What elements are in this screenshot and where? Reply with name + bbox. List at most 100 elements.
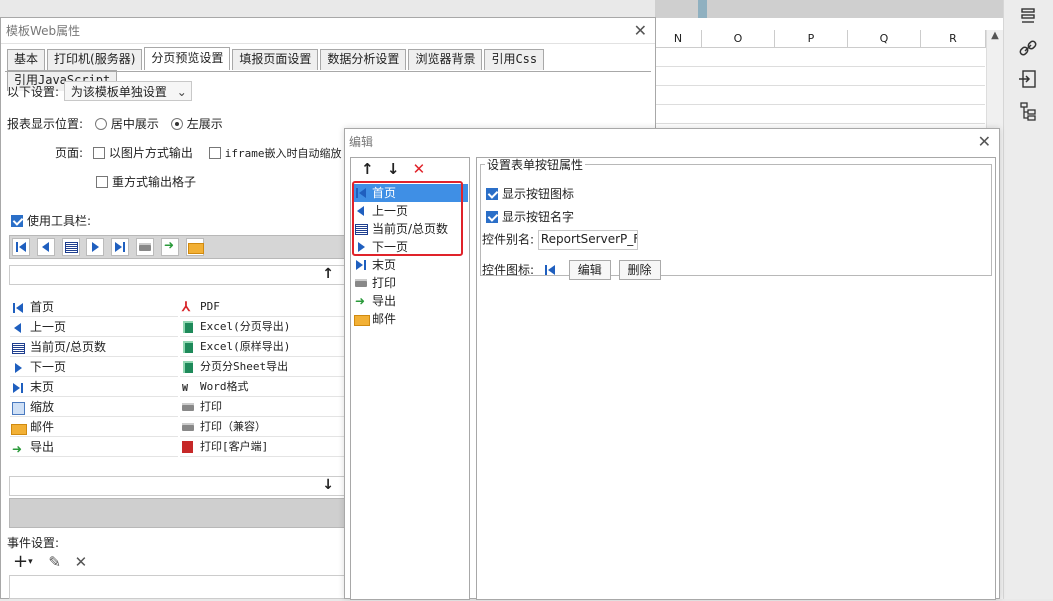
show-name-label: 显示按钮名字 (502, 210, 575, 224)
column-header-label: O (733, 32, 743, 45)
edit-icon-button[interactable]: 编辑 (568, 260, 611, 280)
edit-dialog-title: 编辑 (349, 135, 374, 149)
sheet-row[interactable] (655, 86, 985, 105)
close-icon[interactable]: ✕ (978, 132, 991, 151)
list-item-export[interactable]: 导出 (353, 292, 468, 310)
move-down-bar[interactable]: ↓ (9, 476, 347, 496)
page-count-icon[interactable] (61, 238, 80, 256)
chevron-down-icon[interactable]: ▾ (28, 557, 33, 567)
arrow-up-icon[interactable]: ↑ (322, 266, 334, 282)
list-item[interactable]: 打印（兼容） (180, 417, 348, 437)
apply-label: 以下设置: (7, 85, 60, 99)
export-icon[interactable] (160, 238, 179, 256)
move-up-icon[interactable]: ↑ (361, 160, 374, 178)
list-item[interactable]: 导出 (10, 437, 178, 459)
list-item[interactable]: 下一页 (10, 357, 178, 377)
button-properties-group: 设置表单按钮属性 显示按钮图标 显示按钮名字 控件别名: ReportServe… (480, 156, 992, 280)
list-item[interactable]: 首页 (10, 297, 178, 317)
scroll-up-icon[interactable]: ▲ (987, 30, 1003, 41)
link-icon[interactable] (1017, 37, 1039, 59)
column-header-r[interactable]: R (921, 30, 986, 48)
import-icon[interactable] (1017, 68, 1039, 90)
alias-row: 控件别名: ReportServerP_First')} (482, 230, 638, 250)
tab-browser-bg[interactable]: 浏览器背景 (408, 49, 483, 70)
radio-center[interactable]: 居中展示 (94, 117, 159, 131)
list-item-label: 上一页 (30, 320, 67, 334)
prev-page-icon[interactable] (36, 238, 55, 256)
list-item[interactable]: 末页 (10, 377, 178, 397)
show-name-checkbox[interactable]: 显示按钮名字 (486, 208, 574, 225)
add-icon[interactable]: + (13, 551, 28, 572)
list-item[interactable]: 当前页/总页数 (10, 337, 178, 357)
toolbar-preview-bottom (9, 498, 347, 528)
list-item[interactable]: 打印[客户端] (180, 437, 348, 457)
sheet-row[interactable] (655, 48, 985, 67)
list-item[interactable]: 缩放 (10, 397, 178, 417)
list-item[interactable]: 邮件 (10, 417, 178, 437)
radio-checked-icon (170, 118, 183, 130)
checkbox-checked-icon (11, 215, 23, 227)
alias-input[interactable]: ReportServerP_First')} (537, 230, 638, 250)
column-header-o[interactable]: O (702, 30, 775, 48)
list-item[interactable]: Excel(原样导出) (180, 337, 348, 357)
column-header-q[interactable]: Q (848, 30, 921, 48)
list-item-mail[interactable]: 邮件 (353, 310, 468, 328)
list-item[interactable]: Excel(分页导出) (180, 317, 348, 337)
option-redo-output[interactable]: 重方式输出格子 (96, 173, 196, 190)
group-title: 设置表单按钮属性 (487, 158, 584, 172)
show-icon-label: 显示按钮图标 (502, 187, 575, 201)
list-toolbar: ↑ ↓ ✕ (361, 160, 425, 178)
remove-icon[interactable]: ✕ (413, 160, 426, 178)
tab-bar: 基本 打印机(服务器) 分页预览设置 填报页面设置 数据分析设置 浏览器背景 引… (7, 47, 655, 91)
close-icon[interactable]: ✕ (634, 21, 647, 40)
move-down-icon[interactable]: ↓ (387, 160, 400, 178)
sheet-row[interactable] (655, 105, 985, 124)
first-page-icon[interactable] (12, 238, 30, 256)
list-item-last-page[interactable]: 末页 (353, 256, 468, 274)
arrow-down-icon[interactable]: ↓ (322, 477, 334, 493)
toolbar-preview (9, 235, 347, 259)
sheet-row[interactable] (655, 67, 985, 86)
edit-pencil-icon[interactable]: ✎ (48, 553, 61, 571)
use-toolbar-checkbox[interactable]: 使用工具栏: (11, 212, 91, 229)
position-row: 报表显示位置: 居中展示 左展示 (7, 115, 223, 132)
list-item[interactable]: PDF (180, 297, 348, 318)
tree-structure-icon[interactable] (1017, 100, 1039, 122)
tab-page-preview[interactable]: 分页预览设置 (144, 47, 231, 70)
mail-icon[interactable] (185, 238, 204, 256)
list-item[interactable]: 上一页 (10, 317, 178, 337)
pdf-icon (180, 298, 196, 318)
tab-fill-page[interactable]: 填报页面设置 (232, 49, 319, 70)
list-item-print[interactable]: 打印 (353, 274, 468, 292)
radio-left-label: 左展示 (186, 117, 223, 131)
move-up-bar[interactable]: ↑ (9, 265, 347, 285)
use-toolbar-label: 使用工具栏: (27, 214, 92, 228)
apply-select[interactable]: 为该模板单独设置 ⌄ (63, 81, 192, 101)
delete-icon-button[interactable]: 删除 (618, 260, 661, 280)
list-item[interactable]: Word格式 (180, 377, 348, 399)
column-header-n[interactable]: N (655, 30, 702, 48)
list-item-label: 导出 (372, 294, 397, 308)
prev-page-icon (10, 320, 26, 336)
option-iframe-scale[interactable]: iframe嵌入时自动缩放 (208, 146, 341, 160)
list-item[interactable]: 分页分Sheet导出 (180, 357, 348, 377)
tab-printer[interactable]: 打印机(服务器) (47, 49, 143, 70)
tab-css[interactable]: 引用Css (484, 49, 545, 70)
client-print-icon (180, 439, 196, 455)
event-list[interactable] (9, 575, 347, 599)
radio-left[interactable]: 左展示 (170, 117, 223, 131)
last-page-icon[interactable] (111, 238, 130, 256)
tab-basic[interactable]: 基本 (7, 49, 46, 70)
show-icon-checkbox[interactable]: 显示按钮图标 (486, 185, 574, 202)
print-icon[interactable] (136, 238, 155, 256)
delete-icon[interactable]: ✕ (75, 553, 88, 571)
edit-dialog: 编辑 ✕ ↑ ↓ ✕ 首页 上一页 当前页/总页数 下一页 末页 打印 导出 邮… (344, 128, 1000, 600)
widget-list-icon[interactable] (1017, 5, 1039, 27)
list-item[interactable]: 打印 (180, 397, 348, 417)
next-page-icon[interactable] (86, 238, 105, 256)
option-image-output[interactable]: 以图片方式输出 (92, 146, 193, 160)
list-item-label: 末页 (372, 258, 397, 272)
tab-data-analysis[interactable]: 数据分析设置 (320, 49, 407, 70)
icon-label: 控件图标: (482, 263, 535, 277)
column-header-p[interactable]: P (775, 30, 848, 48)
